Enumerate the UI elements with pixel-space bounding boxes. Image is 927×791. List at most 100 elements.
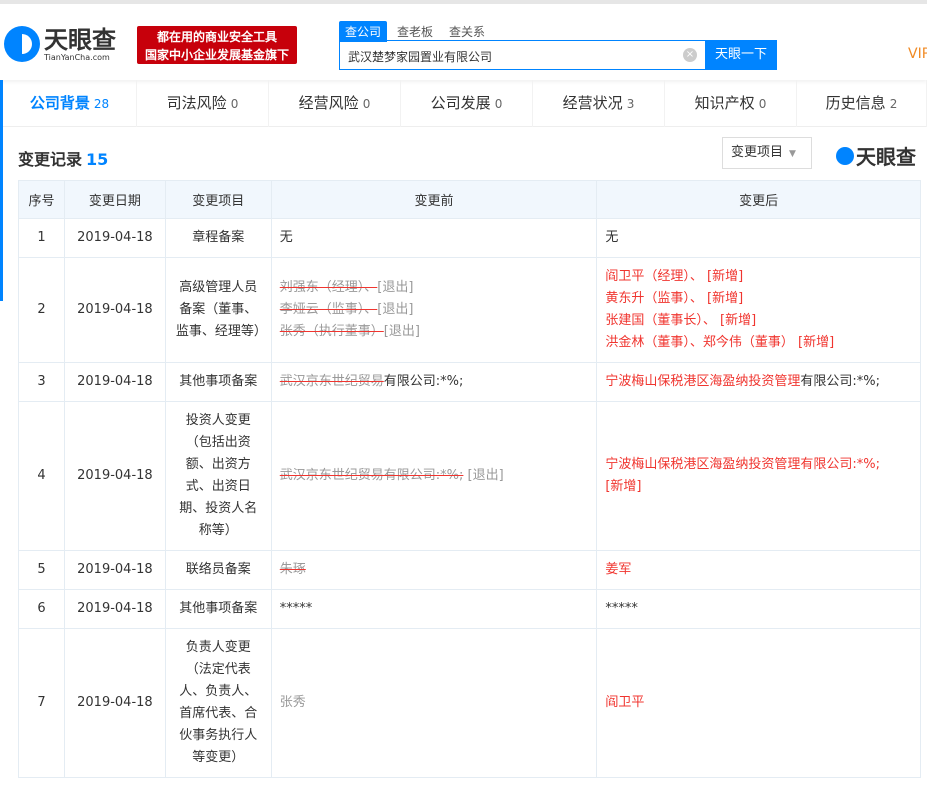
change-records-table: 序号 变更日期 变更项目 变更前 变更后 1 2019-04-18 章程备案 无… [18, 180, 921, 778]
change-text: 有限公司:*%; [800, 374, 880, 389]
logo[interactable]: 天眼查 TianYanCha.com [4, 26, 116, 62]
change-text: ***** [279, 601, 313, 616]
row-no: 5 [18, 550, 65, 590]
change-text: 阎卫平 [605, 695, 645, 710]
change-text: 张秀 [279, 695, 306, 710]
tab-5[interactable]: 知识产权 0 [665, 80, 797, 127]
change-text: 武汉京东世纪贸易 [279, 374, 384, 389]
row-date: 2019-04-18 [63, 362, 166, 402]
change-text: 朱琢 [279, 562, 306, 577]
row-before: 武汉京东世纪贸易有限公司:*%; [退出] [270, 401, 598, 551]
section-count: 15 [86, 150, 109, 169]
tab-3[interactable]: 公司发展 0 [401, 80, 533, 127]
change-text: [退出] [383, 324, 420, 339]
row-date: 2019-04-18 [63, 257, 166, 363]
search-value: 武汉楚梦家园置业有限公司 [348, 50, 493, 64]
change-text: 张建国（董事长）、 [新增] [605, 313, 757, 328]
row-date: 2019-04-18 [63, 550, 166, 590]
row-item: 其他事项备案 [164, 362, 272, 402]
change-text: ***** [605, 601, 638, 616]
cell-line: 张秀 [280, 692, 597, 714]
search-button[interactable]: 天眼一下 [705, 40, 777, 70]
tab-6[interactable]: 历史信息 2 [797, 80, 927, 127]
tab-search-relation[interactable]: 查关系 [443, 21, 491, 42]
row-item: 联络员备案 [164, 550, 272, 590]
tab-count: 0 [758, 97, 767, 111]
col-header-date: 变更日期 [63, 180, 166, 219]
change-text: 无 [279, 230, 293, 245]
change-text: 张秀（执行董事） [279, 324, 384, 339]
active-indicator [0, 127, 3, 301]
row-date: 2019-04-18 [63, 401, 166, 551]
change-text: 无 [605, 230, 619, 245]
row-item: 高级管理人员备案（董事、监事、经理等） [164, 257, 272, 363]
slogan-banner[interactable]: 都在用的商业安全工具 国家中小企业发展基金旗下 [137, 26, 297, 64]
row-date: 2019-04-18 [63, 218, 166, 258]
slogan-line: 国家中小企业发展基金旗下 [144, 48, 289, 62]
watermark-text: 天眼查 [856, 145, 916, 169]
tab-label: 经营状况 [562, 94, 623, 112]
change-text: [新增] [605, 479, 642, 494]
chevron-down-icon: ▼ [789, 149, 796, 159]
tab-label: 公司发展 [430, 94, 491, 112]
cell-line: 洪金林（董事）、郑今伟（董事） [新增] [605, 332, 920, 354]
cell-line: ***** [605, 598, 920, 620]
tab-search-boss[interactable]: 查老板 [391, 21, 439, 42]
change-text: 黄东升（监事）、 [新增] [605, 291, 744, 306]
table-row: 5 2019-04-18 联络员备案 朱琢 姜军 [18, 550, 921, 590]
change-text: [退出] [377, 302, 414, 317]
tab-0[interactable]: 公司背景 28 [0, 80, 137, 127]
col-header-before: 变更前 [270, 180, 598, 219]
cell-line: 武汉京东世纪贸易有限公司:*%; [退出] [280, 465, 597, 487]
table-row: 7 2019-04-18 负责人变更（法定代表人、负责人、首席代表、合伙事务执行… [18, 628, 921, 778]
cell-line: 阎卫平（经理）、 [新增] [605, 266, 920, 288]
row-after: 阎卫平（经理）、 [新增] 黄东升（监事）、 [新增] 张建国（董事长）、 [新增]… [596, 257, 921, 363]
row-before: 朱琢 [270, 550, 598, 590]
cell-line: 阎卫平 [605, 692, 920, 714]
clear-icon[interactable]: × [683, 48, 697, 62]
cell-line: 张秀（执行董事）[退出] [280, 321, 597, 343]
tab-label: 知识产权 [694, 94, 755, 112]
cell-line: 宁波梅山保税港区海盈纳投资管理有限公司:*%; [605, 454, 920, 476]
cell-line: 无 [605, 227, 920, 249]
row-after: 阎卫平 [596, 628, 921, 778]
change-text: 阎卫平（经理）、 [新增] [605, 269, 744, 284]
change-text: 武汉京东世纪贸易有限公司:*%; [279, 468, 464, 483]
change-text: 宁波梅山保税港区海盈纳投资管理 [605, 374, 801, 389]
change-text: 刘强东（经理）、 [279, 280, 378, 295]
row-before: 无 [270, 218, 598, 258]
vip-link[interactable]: VIP [908, 46, 927, 62]
slogan-line: 都在用的商业安全工具 [156, 30, 277, 44]
row-after: ***** [596, 589, 921, 629]
row-before: 张秀 [270, 628, 598, 778]
cell-line: 黄东升（监事）、 [新增] [605, 288, 920, 310]
tab-label: 司法风险 [166, 94, 227, 112]
row-before: 刘强东（经理）、[退出] 李娅云（监事）、[退出] 张秀（执行董事）[退出] [270, 257, 598, 363]
section-nav: 公司背景 28 司法风险 0 经营风险 0 公司发展 0 经营状况 3 知识产权 0 历史信息 2 [0, 80, 927, 127]
cell-line: 宁波梅山保税港区海盈纳投资管理有限公司:*%; [605, 371, 920, 393]
section-title-text: 变更记录 [18, 150, 83, 169]
logo-text: 天眼查 [44, 25, 116, 54]
table-row: 4 2019-04-18 投资人变更（包括出资额、出资方式、出资日期、投资人名称… [18, 401, 921, 551]
tab-count: 3 [626, 97, 635, 111]
cell-line: 无 [280, 227, 597, 249]
col-header-item: 变更项目 [164, 180, 272, 219]
tab-1[interactable]: 司法风险 0 [137, 80, 269, 127]
change-text: 李娅云（监事）、 [279, 302, 378, 317]
row-before: ***** [270, 589, 598, 629]
change-text: 有限公司:*%; [383, 374, 464, 389]
tab-count: 2 [889, 97, 898, 111]
tab-4[interactable]: 经营状况 3 [533, 80, 665, 127]
section-title: 变更记录 15 [18, 146, 108, 170]
tab-search-company[interactable]: 查公司 [339, 21, 388, 42]
tab-2[interactable]: 经营风险 0 [269, 80, 401, 127]
tab-label: 公司背景 [29, 94, 90, 112]
cell-line: 刘强东（经理）、[退出] [280, 277, 597, 299]
row-after: 宁波梅山保税港区海盈纳投资管理有限公司:*%; [新增] [596, 401, 921, 551]
change-item-filter[interactable]: 变更项目 ▼ [722, 137, 812, 169]
change-text: 洪金林（董事）、郑今伟（董事） [新增] [605, 335, 835, 350]
row-no: 3 [18, 362, 65, 402]
row-item: 章程备案 [164, 218, 272, 258]
cell-line: 姜军 [605, 559, 920, 581]
search-input[interactable]: 武汉楚梦家园置业有限公司 × [339, 40, 705, 70]
